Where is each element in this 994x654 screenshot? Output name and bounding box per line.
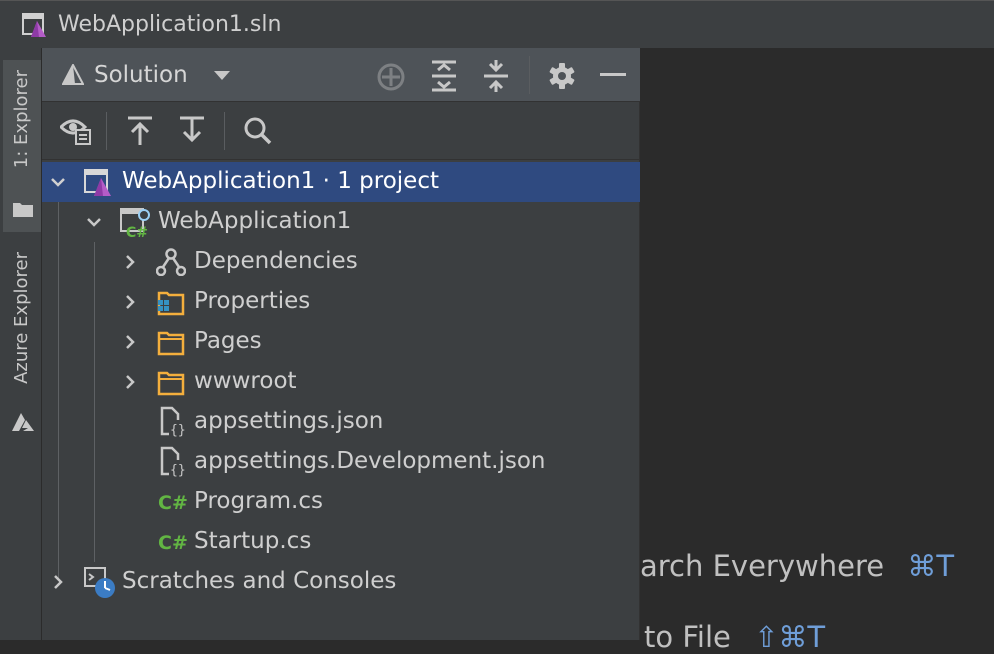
- hint-text: to File: [644, 620, 731, 654]
- explorer-tab-label: 1: Explorer: [11, 70, 32, 169]
- tree-row-startup-cs[interactable]: C# Startup.cs: [42, 522, 640, 562]
- chevron-right-icon[interactable]: [122, 254, 138, 270]
- window-title: WebApplication1.sln: [58, 12, 282, 37]
- goto-file-hint: to File ⇧⌘T: [644, 620, 825, 654]
- view-selector[interactable]: Solution: [56, 48, 236, 102]
- tree-row-label: Dependencies: [194, 248, 358, 274]
- csharp-file-icon: C#: [158, 532, 188, 554]
- show-options-icon[interactable]: [60, 116, 92, 146]
- tree-row-scratches[interactable]: Scratches and Consoles: [42, 562, 640, 602]
- chevron-right-icon[interactable]: [122, 374, 138, 390]
- svg-text:{}: {}: [170, 423, 186, 438]
- tree-row-label: appsettings.Development.json: [194, 448, 546, 474]
- tree-row-properties[interactable]: Properties: [42, 282, 640, 322]
- solution-file-icon: [84, 169, 111, 196]
- chevron-right-icon[interactable]: [122, 294, 138, 310]
- csharp-project-icon: C#: [120, 208, 150, 238]
- project-count: · 1 project: [315, 168, 440, 194]
- tree-row-program-cs[interactable]: C# Program.cs: [42, 482, 640, 522]
- tool-window-stripe: 1: Explorer Azure Explorer: [0, 48, 42, 640]
- expand-down-icon[interactable]: [178, 116, 206, 146]
- dependencies-icon: [156, 248, 186, 276]
- header-separator: [529, 56, 530, 94]
- gear-icon[interactable]: [548, 62, 576, 90]
- properties-folder-icon: [157, 291, 185, 316]
- azure-tab-label: Azure Explorer: [11, 252, 32, 384]
- scratches-icon: [84, 567, 115, 598]
- tree-row-pages[interactable]: Pages: [42, 322, 640, 362]
- tree-row-label: Pages: [194, 328, 262, 354]
- chevron-right-icon[interactable]: [50, 574, 66, 590]
- tree-row-label: Properties: [194, 288, 311, 314]
- csharp-file-icon: C#: [158, 492, 188, 514]
- tree-row-label: Startup.cs: [194, 528, 312, 554]
- search-everywhere-hint: arch Everywhere ⌘T: [640, 549, 954, 583]
- minimize-icon[interactable]: [600, 73, 626, 77]
- tree-row-wwwroot[interactable]: wwwroot: [42, 362, 640, 402]
- tree-row-label: WebApplication1 · 1 project: [122, 168, 439, 194]
- svg-text:C#: C#: [158, 492, 188, 514]
- folder-icon: [157, 331, 185, 356]
- chevron-right-icon[interactable]: [122, 334, 138, 350]
- explorer-panel: Solution WebApplication1 · 1 project C# …: [42, 48, 640, 640]
- title-bar: WebApplication1.sln: [0, 0, 994, 48]
- explorer-toolbar: [42, 102, 640, 160]
- azure-icon: [12, 413, 34, 431]
- hint-shortcut: ⌘T: [907, 549, 955, 583]
- solution-name: WebApplication1: [122, 168, 316, 194]
- locate-icon[interactable]: [376, 62, 406, 92]
- solution-icon: [62, 64, 84, 85]
- toolbar-separator: [106, 112, 107, 150]
- toolbar-separator: [224, 112, 225, 150]
- tree-row-label: Program.cs: [194, 488, 323, 514]
- svg-text:C#: C#: [126, 225, 148, 238]
- tree-row-label: wwwroot: [194, 368, 297, 394]
- json-file-icon: {}: [160, 406, 186, 438]
- expand-all-icon[interactable]: [430, 60, 458, 92]
- folder-icon: [13, 203, 33, 217]
- tree-row-dependencies[interactable]: Dependencies: [42, 242, 640, 282]
- tree-row-solution[interactable]: WebApplication1 · 1 project: [42, 162, 640, 202]
- view-selector-label: Solution: [94, 62, 188, 88]
- chevron-down-icon[interactable]: [86, 214, 102, 230]
- svg-text:{}: {}: [170, 463, 186, 478]
- chevron-down-icon: [214, 71, 230, 80]
- tree-row-label: appsettings.json: [194, 408, 384, 434]
- hint-shortcut: ⇧⌘T: [754, 620, 826, 654]
- tree-row-label: WebApplication1: [158, 208, 352, 234]
- solution-file-icon: [22, 13, 46, 37]
- collapse-up-icon[interactable]: [126, 116, 154, 146]
- search-icon[interactable]: [244, 116, 272, 146]
- tree-row-label: Scratches and Consoles: [122, 568, 397, 594]
- tree-row-appsettings[interactable]: {} appsettings.json: [42, 402, 640, 442]
- json-file-icon: {}: [160, 446, 186, 478]
- explorer-header: Solution: [42, 48, 640, 102]
- collapse-all-icon[interactable]: [482, 60, 510, 92]
- azure-explorer-tool-tab[interactable]: Azure Explorer: [3, 244, 41, 444]
- tree-row-project[interactable]: C# WebApplication1: [42, 202, 640, 242]
- svg-text:C#: C#: [158, 532, 188, 554]
- folder-icon: [157, 371, 185, 396]
- chevron-down-icon[interactable]: [50, 174, 66, 190]
- tree-row-appsettings-development[interactable]: {} appsettings.Development.json: [42, 442, 640, 482]
- hint-text: arch Everywhere: [640, 549, 885, 583]
- explorer-tool-tab[interactable]: 1: Explorer: [3, 60, 41, 232]
